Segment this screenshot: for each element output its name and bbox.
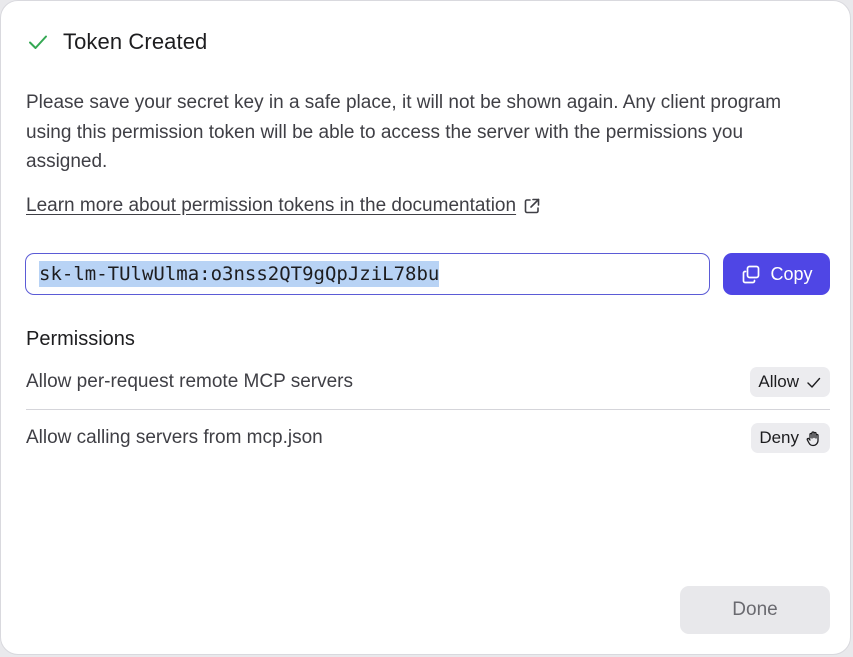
dialog-description: Please save your secret key in a safe pl… [26,92,782,172]
permission-label: Allow calling servers from mcp.json [26,427,323,448]
documentation-link-label[interactable]: Learn more about permission tokens in th… [26,195,516,217]
external-link-icon [524,198,540,214]
permission-value: Deny [759,428,799,447]
permission-deny-toggle[interactable]: Deny [751,423,830,453]
done-button-label: Done [732,599,778,620]
token-input[interactable]: sk-lm-TUlwUlma:o3nss2QT9gQpJziL78bu [25,253,710,295]
checkmark-icon [807,377,821,388]
hand-stop-icon [806,430,819,446]
dialog-title: Token Created [63,29,208,54]
done-button[interactable]: Done [680,586,830,634]
copy-icon [743,265,760,284]
token-created-dialog: Token Created Please save your secret ke… [0,0,851,655]
permission-allow-toggle[interactable]: Allow [750,367,830,397]
copy-button-label: Copy [770,263,813,284]
token-value[interactable]: sk-lm-TUlwUlma:o3nss2QT9gQpJziL78bu [39,261,440,287]
divider [26,409,830,410]
dialog-header: Token Created [27,29,207,55]
permission-label: Allow per-request remote MCP servers [26,371,353,392]
permission-value: Allow [758,372,799,391]
documentation-link[interactable]: Learn more about permission tokens in th… [26,195,542,217]
permissions-heading: Permissions [26,328,135,350]
permission-row: Allow per-request remote MCP servers All… [26,362,830,402]
check-icon [29,35,47,49]
copy-button[interactable]: Copy [723,253,830,295]
permission-row: Allow calling servers from mcp.json Deny [26,418,830,458]
